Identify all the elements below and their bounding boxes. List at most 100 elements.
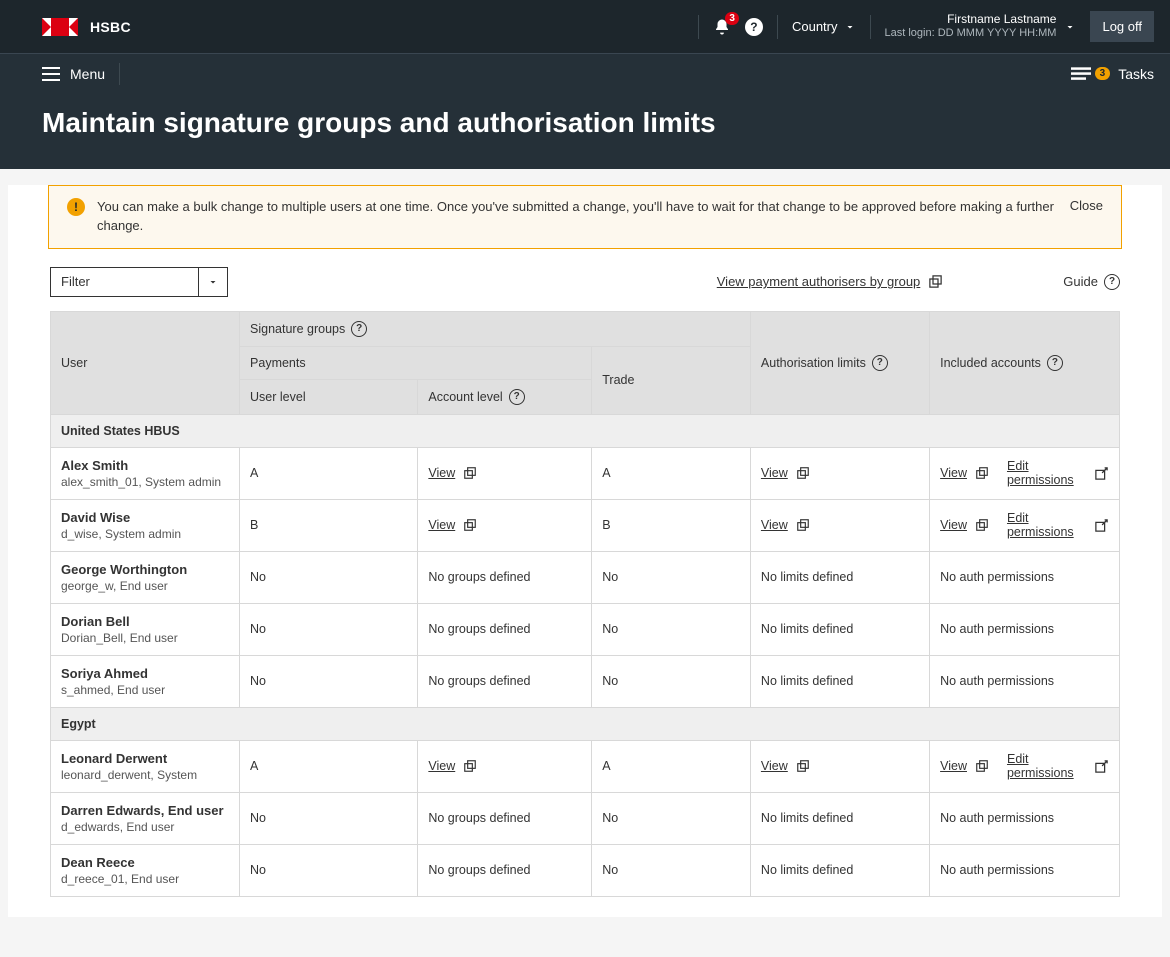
cell-value: A bbox=[250, 759, 258, 773]
new-window-icon bbox=[975, 759, 989, 773]
group-name: United States HBUS bbox=[51, 414, 1120, 447]
view-link[interactable]: View bbox=[940, 518, 967, 532]
view-link[interactable]: View bbox=[940, 759, 967, 773]
tasks-icon bbox=[1071, 67, 1091, 81]
cell-value: No auth permissions bbox=[940, 811, 1054, 825]
chevron-down-icon bbox=[199, 268, 227, 296]
permissions-table: User Signature groups? Authorisation lim… bbox=[50, 311, 1120, 897]
table-row: Alex Smith alex_smith_01, System admin A Vi… bbox=[51, 447, 1120, 499]
info-icon: ! bbox=[67, 198, 85, 216]
user-name: George Worthington bbox=[61, 562, 229, 577]
cell-value: No bbox=[602, 570, 618, 584]
user-name: Darren Edwards, End user bbox=[61, 803, 229, 818]
new-window-icon bbox=[928, 274, 943, 289]
edit-permissions-link[interactable]: Edit permissions bbox=[1007, 459, 1086, 487]
menu-label: Menu bbox=[70, 66, 105, 82]
view-link[interactable]: View bbox=[940, 466, 967, 480]
col-trade: Trade bbox=[592, 346, 751, 414]
popout-icon bbox=[1094, 518, 1109, 533]
cell-value: No groups defined bbox=[428, 622, 530, 636]
edit-permissions-link[interactable]: Edit permissions bbox=[1007, 511, 1086, 539]
filter-dropdown[interactable]: Filter bbox=[50, 267, 228, 297]
cell-value: No limits defined bbox=[761, 622, 853, 636]
separator bbox=[777, 15, 778, 39]
user-name: Dean Reece bbox=[61, 855, 229, 870]
cell-value: No groups defined bbox=[428, 674, 530, 688]
view-link[interactable]: View bbox=[761, 518, 788, 532]
tasks-label: Tasks bbox=[1118, 66, 1154, 82]
notice-message: You can make a bulk change to multiple u… bbox=[97, 198, 1058, 236]
main-panel: ! You can make a bulk change to multiple… bbox=[8, 185, 1162, 917]
col-user: User bbox=[51, 311, 240, 414]
notification-badge: 3 bbox=[725, 12, 739, 25]
guide-button[interactable]: Guide ? bbox=[1063, 274, 1120, 290]
cell-value: A bbox=[602, 759, 610, 773]
cell-value: No bbox=[602, 811, 618, 825]
view-link[interactable]: View bbox=[428, 518, 455, 532]
new-window-icon bbox=[796, 759, 810, 773]
group-row: Egypt bbox=[51, 707, 1120, 740]
title-strip: Maintain signature groups and authorisat… bbox=[0, 93, 1170, 169]
cell-value: No bbox=[602, 863, 618, 877]
view-link[interactable]: View bbox=[761, 466, 788, 480]
cell-value: No bbox=[250, 622, 266, 636]
cell-value: No groups defined bbox=[428, 811, 530, 825]
user-sub: alex_smith_01, System admin bbox=[61, 475, 229, 489]
user-name: Firstname Lastname bbox=[885, 12, 1057, 27]
edit-permissions-link[interactable]: Edit permissions bbox=[1007, 752, 1086, 780]
table-row: George Worthingtongeorge_w, End userNoNo… bbox=[51, 551, 1120, 603]
controls-row: Filter View payment authorisers by group… bbox=[8, 263, 1162, 311]
tasks-button[interactable]: 3 Tasks bbox=[1071, 66, 1154, 82]
col-included-accounts: Included accounts? bbox=[930, 311, 1120, 414]
cell-value: No bbox=[250, 811, 266, 825]
notifications-button[interactable]: 3 bbox=[713, 18, 731, 36]
help-button[interactable]: ? bbox=[745, 18, 763, 36]
hamburger-icon bbox=[42, 67, 60, 81]
menu-button[interactable]: Menu bbox=[42, 66, 105, 82]
user-sub: s_ahmed, End user bbox=[61, 683, 229, 697]
cell-value: No bbox=[250, 570, 266, 584]
logo-block[interactable]: HSBC bbox=[42, 18, 131, 36]
cell-value: No auth permissions bbox=[940, 570, 1054, 584]
cell-value: No groups defined bbox=[428, 863, 530, 877]
user-sub: Dorian_Bell, End user bbox=[61, 631, 229, 645]
user-name: Alex Smith bbox=[61, 458, 229, 473]
view-link[interactable]: View bbox=[428, 466, 455, 480]
user-menu[interactable]: Firstname Lastname Last login: DD MMM YY… bbox=[885, 12, 1077, 41]
notice-close-button[interactable]: Close bbox=[1070, 198, 1103, 213]
cell-value: No groups defined bbox=[428, 570, 530, 584]
popout-icon bbox=[1094, 759, 1109, 774]
user-name: Leonard Derwent bbox=[61, 751, 229, 766]
user-sub: d_edwards, End user bbox=[61, 820, 229, 834]
guide-label: Guide bbox=[1063, 274, 1098, 289]
help-icon[interactable]: ? bbox=[351, 321, 367, 337]
chevron-down-icon bbox=[1064, 21, 1076, 33]
table-row: Darren Edwards, End user d_edwards, End u… bbox=[51, 792, 1120, 844]
col-sig-groups: Signature groups? bbox=[240, 311, 751, 346]
cell-value: No bbox=[602, 674, 618, 688]
help-icon[interactable]: ? bbox=[1047, 355, 1063, 371]
user-name: David Wise bbox=[61, 510, 229, 525]
logoff-button[interactable]: Log off bbox=[1090, 11, 1154, 42]
new-window-icon bbox=[463, 466, 477, 480]
user-sub: d_wise, System admin bbox=[61, 527, 229, 541]
col-account-level: Account level? bbox=[418, 379, 592, 414]
tasks-badge: 3 bbox=[1095, 67, 1111, 80]
cell-value: A bbox=[602, 466, 610, 480]
help-icon[interactable]: ? bbox=[872, 355, 888, 371]
separator bbox=[698, 15, 699, 39]
top-header: HSBC 3 ? Country Firstname Lastname Last… bbox=[0, 0, 1170, 53]
cell-value: No limits defined bbox=[761, 811, 853, 825]
cell-value: B bbox=[250, 518, 258, 532]
chevron-down-icon bbox=[844, 21, 856, 33]
col-user-level: User level bbox=[240, 379, 418, 414]
help-icon[interactable]: ? bbox=[509, 389, 525, 405]
country-selector[interactable]: Country bbox=[792, 19, 856, 34]
cell-value: No bbox=[250, 863, 266, 877]
new-window-icon bbox=[463, 518, 477, 532]
view-authorisers-link[interactable]: View payment authorisers by group bbox=[717, 274, 921, 289]
table-row: Dean Reeced_reece_01, End userNoNo group… bbox=[51, 844, 1120, 896]
cell-value: No limits defined bbox=[761, 570, 853, 584]
view-link[interactable]: View bbox=[428, 759, 455, 773]
view-link[interactable]: View bbox=[761, 759, 788, 773]
